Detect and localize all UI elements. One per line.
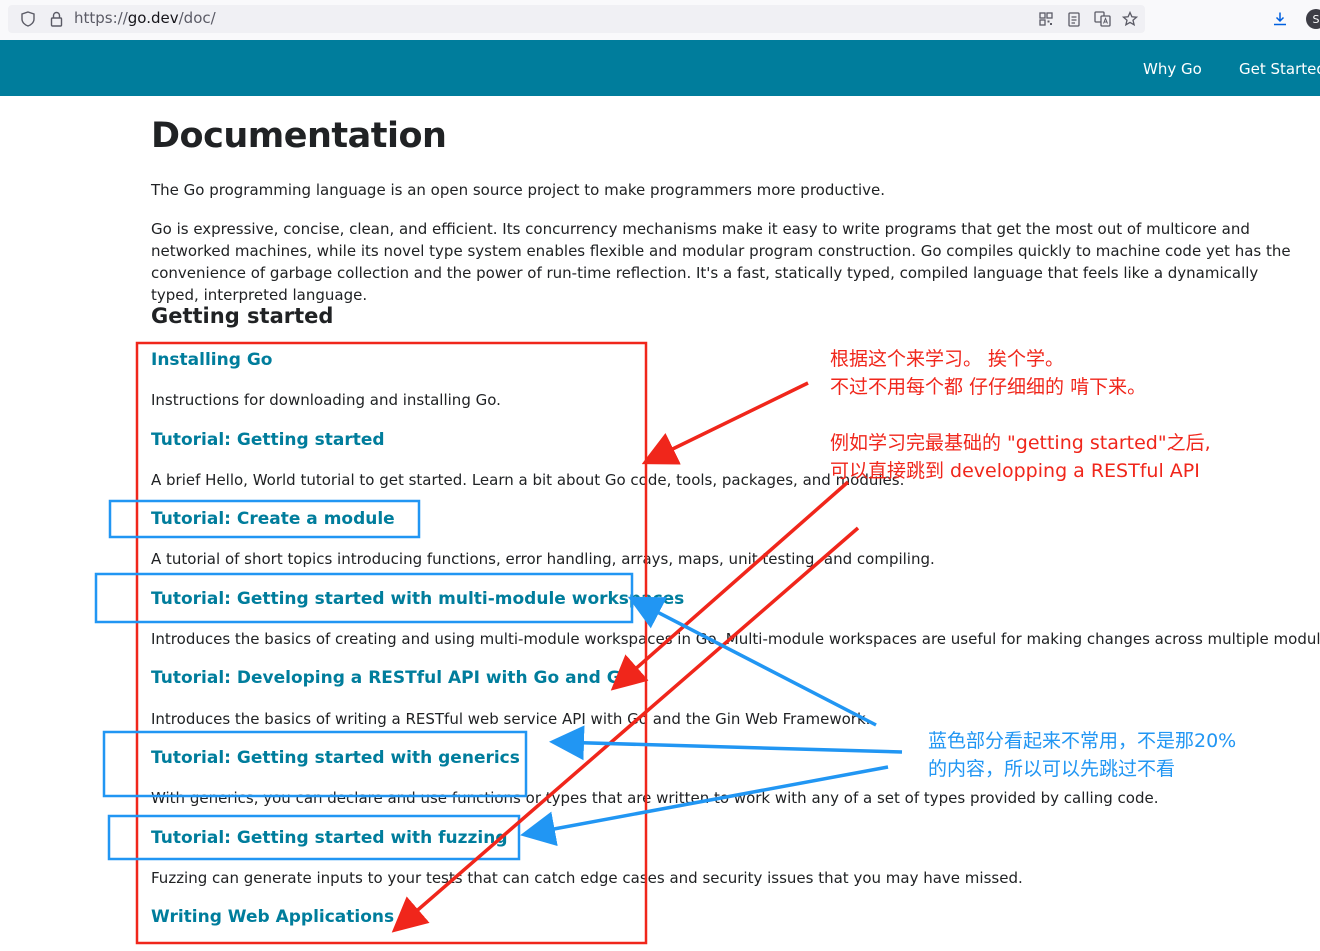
link-tutorial-restful-api[interactable]: Tutorial: Developing a RESTful API with …: [151, 668, 639, 688]
desc-tutorial-fuzzing: Fuzzing can generate inputs to your test…: [151, 869, 1023, 887]
red-note-1-line1: 根据这个来学习。 挨个学。: [830, 348, 1065, 370]
blue-note-line2: 的内容，所以可以先跳过不看: [928, 758, 1176, 780]
site-header: Why Go Get Started: [0, 40, 1320, 96]
link-tutorial-getting-started[interactable]: Tutorial: Getting started: [151, 430, 385, 450]
link-writing-web-apps[interactable]: Writing Web Applications: [151, 907, 394, 927]
reader-view-icon[interactable]: [1066, 11, 1082, 27]
lock-icon[interactable]: [48, 10, 64, 28]
bookmark-star-icon[interactable]: [1121, 10, 1139, 28]
link-tutorial-create-module[interactable]: Tutorial: Create a module: [151, 509, 395, 529]
intro-paragraph: The Go programming language is an open s…: [151, 181, 886, 199]
desc-tutorial-create-module: A tutorial of short topics introducing f…: [151, 550, 935, 568]
blue-arrow-1: [627, 596, 877, 727]
desc-tutorial-generics: With generics, you can declare and use f…: [151, 789, 1159, 807]
red-note-2-line2: 可以直接跳到 developping a RESTful API: [830, 460, 1200, 482]
download-icon[interactable]: [1271, 10, 1289, 28]
url-text[interactable]: https://go.dev/doc/: [74, 9, 216, 27]
blue-arrow-2: [549, 725, 903, 761]
red-note-1-line2: 不过不用每个都 仔仔细细的 啃下来。: [830, 376, 1147, 398]
qr-code-icon[interactable]: [1038, 11, 1054, 27]
browser-toolbar: https://go.dev/doc/ S: [0, 0, 1320, 41]
url-scheme: https://: [74, 9, 128, 27]
link-tutorial-fuzzing[interactable]: Tutorial: Getting started with fuzzing: [151, 828, 508, 848]
red-arrow-2: [610, 480, 850, 691]
red-arrow-1: [641, 381, 809, 465]
blue-note-line1: 蓝色部分看起来不常用，不是那20%: [928, 730, 1237, 752]
url-path: /doc/: [178, 9, 216, 27]
desc-tutorial-restful-api: Introduces the basics of writing a RESTf…: [151, 710, 871, 728]
link-tutorial-generics[interactable]: Tutorial: Getting started with generics: [151, 748, 520, 768]
url-host: go.dev: [127, 9, 179, 27]
account-avatar[interactable]: S: [1306, 9, 1320, 29]
description-paragraph: Go is expressive, concise, clean, and ef…: [151, 220, 1291, 304]
link-installing-go[interactable]: Installing Go: [151, 350, 272, 370]
nav-why-go[interactable]: Why Go: [1143, 60, 1202, 78]
red-arrow-3: [391, 526, 860, 933]
link-tutorial-workspaces[interactable]: Tutorial: Getting started with multi-mod…: [151, 589, 684, 609]
desc-tutorial-getting-started: A brief Hello, World tutorial to get sta…: [151, 471, 905, 489]
translate-icon[interactable]: [1093, 10, 1111, 28]
desc-installing-go: Instructions for downloading and install…: [151, 391, 501, 409]
page-title: Documentation: [151, 116, 447, 156]
section-title: Getting started: [151, 304, 334, 328]
shield-icon[interactable]: [20, 10, 36, 28]
red-note-2-line1: 例如学习完最基础的 "getting started"之后,: [830, 432, 1211, 454]
desc-tutorial-workspaces: Introduces the basics of creating and us…: [151, 630, 1320, 648]
nav-get-started[interactable]: Get Started: [1239, 60, 1320, 78]
